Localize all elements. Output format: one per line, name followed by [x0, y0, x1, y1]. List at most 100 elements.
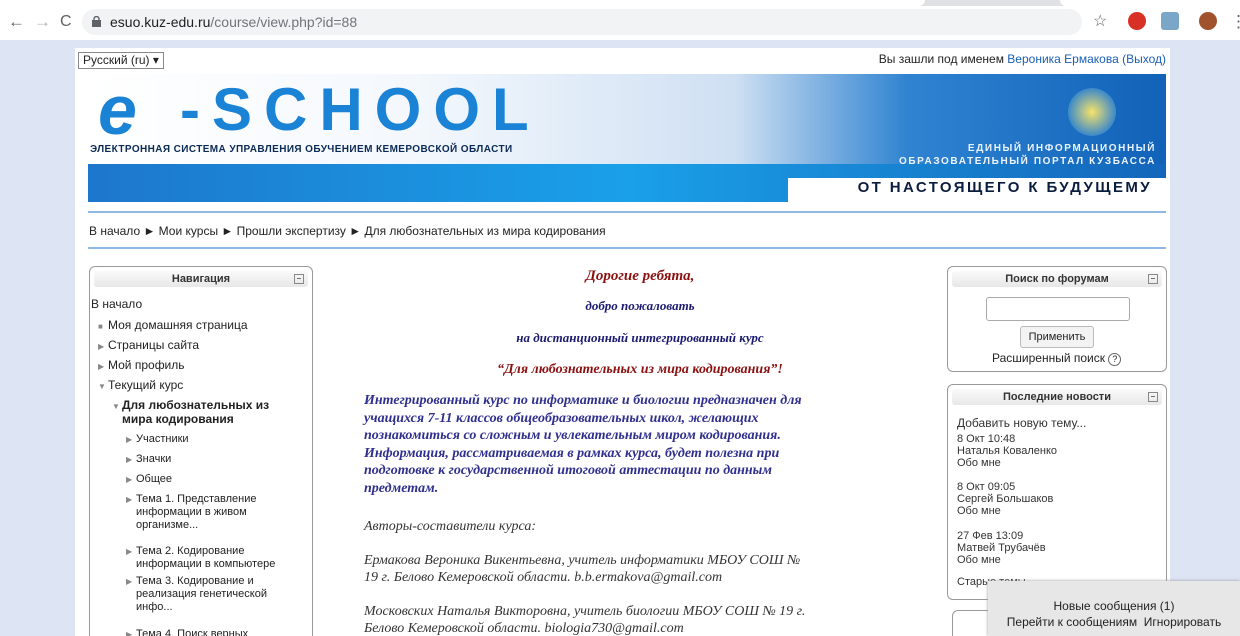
author-line: Московских Наталья Викторовна, учитель б…: [364, 604, 806, 619]
news-title: Обо мне: [957, 505, 1001, 517]
nav-label: Тема 4. Поиск верных: [136, 628, 249, 636]
navigation-block: Навигация – В начало ■ Моя домашняя страни…: [89, 266, 313, 636]
divider: [88, 247, 1166, 249]
nav-label: Значки: [136, 453, 172, 465]
block-title: Поиск по форумам: [1005, 273, 1109, 285]
latest-news-block: Последние новости – Добавить новую тему..…: [947, 384, 1167, 600]
news-item[interactable]: 8 Окт 10:48 Наталья Коваленко Обо мне: [957, 433, 1057, 469]
block-title: Последние новости: [1003, 391, 1111, 403]
block-title: Навигация: [171, 273, 231, 285]
greeting-line2: добро пожаловать: [585, 298, 695, 313]
block-header: Поиск по форумам –: [952, 271, 1162, 287]
forward-icon[interactable]: →: [34, 13, 51, 31]
news-author: Сергей Большаков: [957, 493, 1054, 505]
author-1: Ермакова Вероника Викентьевна, учитель и…: [364, 552, 800, 586]
url-host: esuo.kuz-edu.ru: [110, 14, 211, 30]
help-icon[interactable]: ?: [1108, 353, 1122, 366]
search-input[interactable]: [986, 297, 1130, 321]
profile-avatar[interactable]: [1199, 12, 1217, 30]
news-author: Наталья Коваленко: [957, 445, 1058, 457]
site-banner[interactable]: e -SCHOOL ЭЛЕКТРОННАЯ СИСТЕМА УПРАВЛЕНИЯ…: [88, 74, 1166, 202]
nav-topic-2[interactable]: ▶ Тема 2. Кодирование информации в компьют…: [126, 545, 275, 571]
menu-icon[interactable]: ⋮: [1230, 13, 1240, 31]
nav-profile[interactable]: ▶ Мой профиль: [98, 359, 185, 373]
logo-school: -SCHOOL: [180, 76, 541, 143]
logo-subtitle: ЭЛЕКТРОННАЯ СИСТЕМА УПРАВЛЕНИЯ ОБУЧЕНИЕМ…: [90, 144, 513, 155]
nav-topic-4[interactable]: ▶ Тема 4. Поиск верных: [126, 628, 248, 636]
news-item[interactable]: 8 Окт 09:05 Сергей Большаков Обо мне: [957, 481, 1053, 517]
topic-line: Тема 3. Кодирование и: [136, 575, 254, 587]
news-item[interactable]: 27 Фев 13:09 Матвей Трубачёв Обо мне: [957, 530, 1046, 566]
desc-line: Интегрированный курс по информатике и би…: [364, 393, 802, 408]
news-date: 8 Окт 09:05: [957, 481, 1016, 493]
topic-line: Тема 1. Представление: [136, 493, 257, 505]
authors-heading: Авторы-составители курса:: [364, 519, 536, 534]
reload-icon[interactable]: C: [60, 13, 72, 31]
block-header: Навигация –: [94, 271, 308, 287]
collapse-icon[interactable]: –: [294, 274, 304, 284]
add-topic-link[interactable]: Добавить новую тему...: [957, 417, 1086, 429]
lock-icon: [92, 16, 101, 27]
news-date: 27 Фев 13:09: [957, 530, 1024, 542]
topic-line: информации в компьютере: [136, 558, 276, 570]
author-line: Белово Кемеровской области. biologia730@…: [364, 621, 684, 636]
login-prefix: Вы зашли под именем: [878, 52, 1008, 66]
author-line: Ермакова Вероника Викентьевна, учитель и…: [364, 553, 801, 568]
collapse-icon[interactable]: –: [1148, 274, 1158, 284]
breadcrumb-passed-review[interactable]: Прошли экспертизу: [237, 224, 346, 238]
address-bar[interactable]: esuo.kuz-edu.ru/course/view.php?id=88: [82, 9, 1082, 35]
desc-line: предметам.: [364, 480, 439, 496]
topic-line: организме...: [136, 519, 199, 531]
nav-label: Общее: [136, 473, 173, 485]
nav-general[interactable]: ▶ Общее: [126, 473, 172, 486]
nav-course[interactable]: ▼ Для любознательных из мира кодирования: [112, 399, 269, 426]
news-title: Обо мне: [957, 554, 1001, 566]
greeting-title: Дорогие ребята,: [585, 268, 695, 284]
course-description: Интегрированный курс по информатике и би…: [364, 392, 924, 497]
breadcrumb-my-courses[interactable]: Мои курсы: [159, 224, 218, 238]
forum-search-block: Поиск по форумам – Применить Расширенный …: [947, 266, 1167, 372]
ignore-link[interactable]: Игнорировать: [1144, 615, 1221, 629]
nav-badges[interactable]: ▶ Значки: [126, 453, 171, 466]
topic-line: информации в живом: [136, 506, 247, 518]
breadcrumb: В начало ► Мои курсы ► Прошли экспертизу…: [89, 224, 606, 238]
desc-line: познакомиться со сложным и увлекательным…: [364, 428, 781, 443]
advanced-label: Расширенный поиск: [992, 351, 1105, 365]
nav-current-course[interactable]: ▼ Текущий курс: [98, 379, 183, 393]
news-title: Обо мне: [957, 457, 1001, 469]
topic-line: инфо...: [136, 601, 173, 613]
greeting-line3: на дистанционный интегрированный курс: [516, 330, 764, 345]
apply-button[interactable]: Применить: [1020, 326, 1094, 348]
breadcrumb-home[interactable]: В начало: [89, 224, 140, 238]
news-date: 8 Окт 10:48: [957, 433, 1016, 445]
browser-toolbar: ← → C esuo.kuz-edu.ru/course/view.php?id…: [0, 0, 1240, 40]
back-icon[interactable]: ←: [8, 13, 25, 31]
nav-topic-1[interactable]: ▶ Тема 1. Представление информации в живом…: [126, 493, 257, 532]
nav-dashboard[interactable]: ■ Моя домашняя страница: [98, 319, 248, 333]
extension-off-icon[interactable]: [1161, 12, 1179, 30]
topic-line: реализация генетической: [136, 588, 267, 600]
url-path: /course/view.php?id=88: [210, 14, 358, 30]
logo-e-icon: e: [98, 74, 137, 149]
language-select[interactable]: Русский (ru) ▾: [78, 52, 164, 69]
go-to-messages-link[interactable]: Перейти к сообщениям: [1007, 615, 1137, 629]
breadcrumb-current: Для любознательных из мира кодирования: [364, 224, 606, 238]
nav-topic-3[interactable]: ▶ Тема 3. Кодирование и реализация генетич…: [126, 575, 267, 614]
collapse-icon[interactable]: –: [1148, 392, 1158, 402]
nav-label: Участники: [136, 433, 189, 445]
nav-site-pages[interactable]: ▶ Страницы сайта: [98, 339, 199, 353]
course-line2: мира кодирования: [122, 412, 234, 426]
nav-participants[interactable]: ▶ Участники: [126, 433, 189, 446]
desc-line: учащихся 7-11 классов общеобразовательны…: [364, 410, 759, 426]
star-icon[interactable]: ☆: [1093, 13, 1107, 31]
portal-name-line1: ЕДИНЫЙ ИНФОРМАЦИОННЫЙ: [967, 143, 1156, 154]
topic-line: Тема 2. Кодирование: [136, 545, 245, 557]
portal-name-line2: ОБРАЗОВАТЕЛЬНЫЙ ПОРТАЛ КУЗБАССА: [898, 156, 1156, 167]
nav-label: Мой профиль: [108, 358, 185, 372]
news-author: Матвей Трубачёв: [957, 542, 1046, 554]
nav-home[interactable]: В начало: [91, 298, 142, 311]
adblock-icon[interactable]: [1128, 12, 1146, 30]
logout-link[interactable]: (Выход): [1122, 52, 1166, 66]
user-link[interactable]: Вероника Ермакова: [1007, 52, 1118, 66]
advanced-search-link[interactable]: Расширенный поиск ?: [992, 351, 1122, 366]
